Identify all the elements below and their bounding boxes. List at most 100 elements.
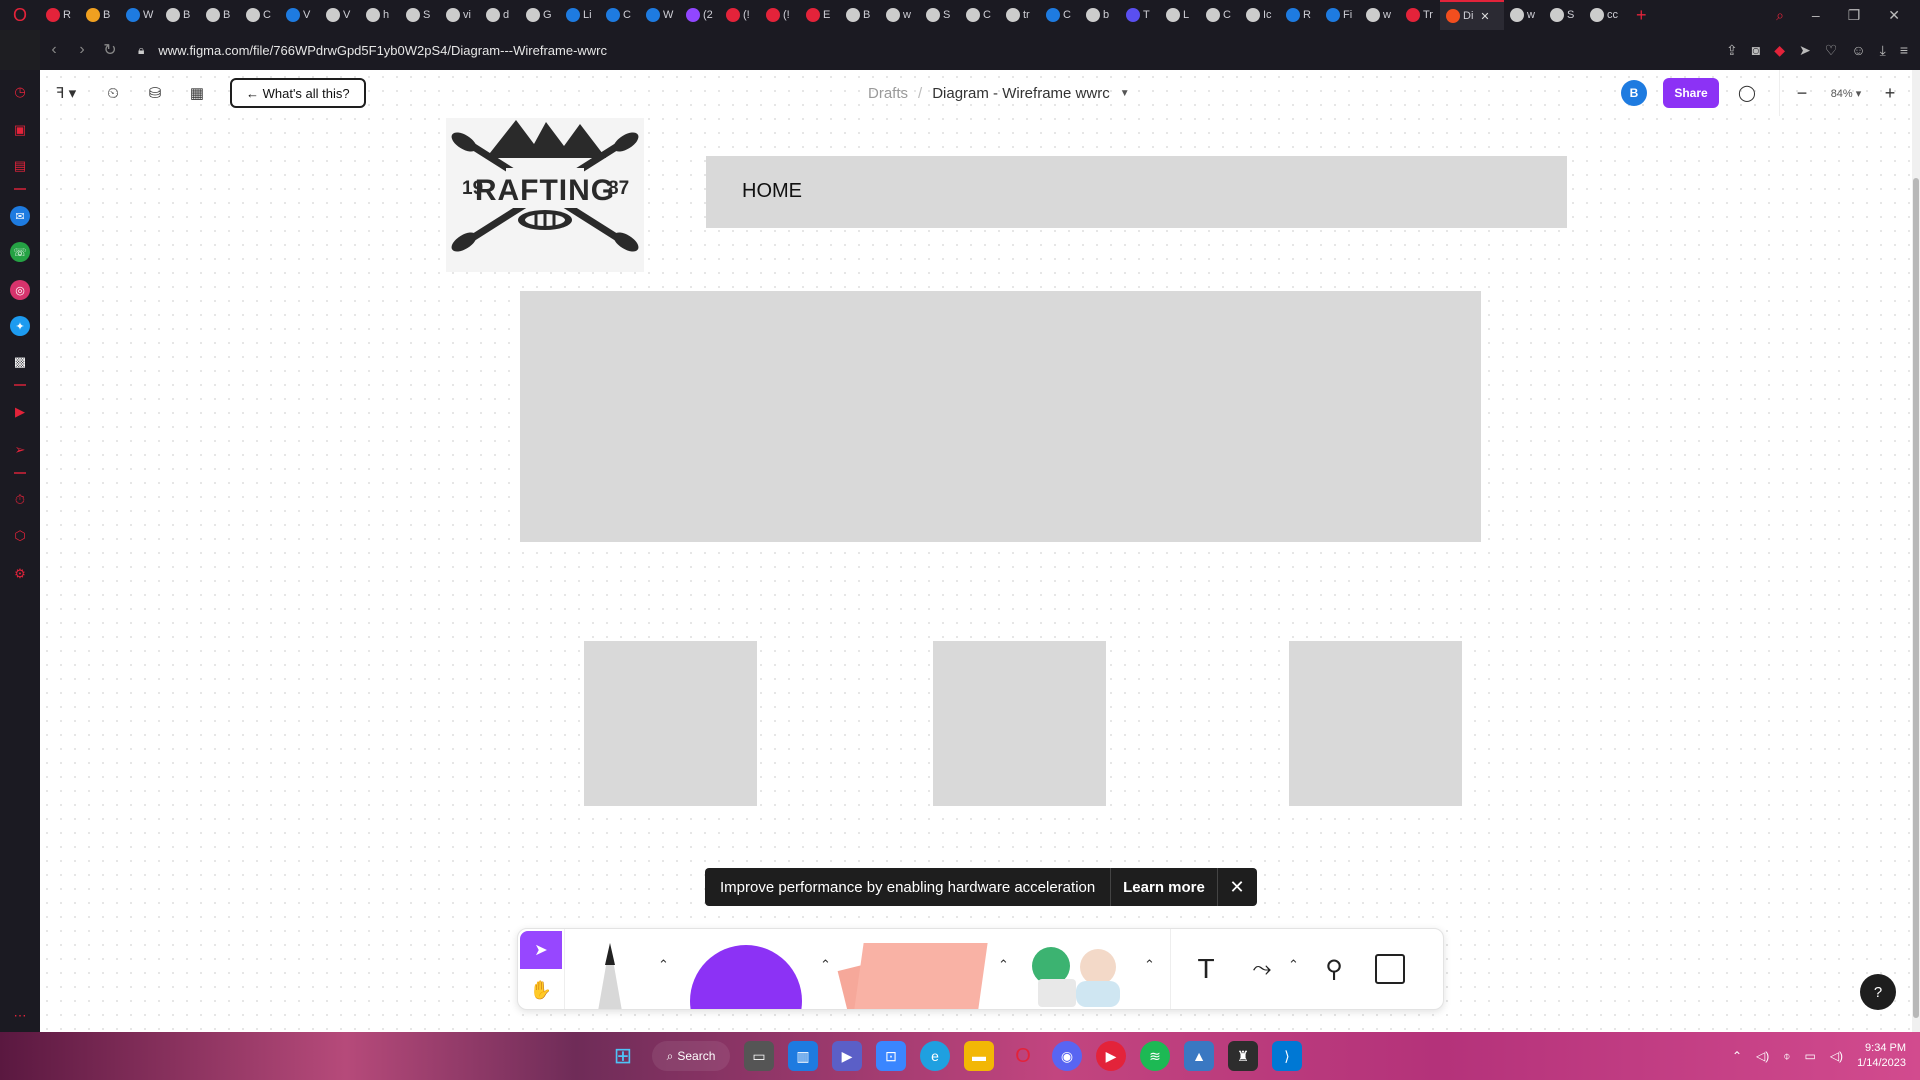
browser-tab[interactable]: W xyxy=(640,0,680,30)
restore-icon[interactable]: ❐ xyxy=(1848,7,1861,24)
browser-tab[interactable]: C xyxy=(600,0,640,30)
sticker-face-icon[interactable] xyxy=(1080,949,1116,985)
heart-icon[interactable]: ♡ xyxy=(1825,42,1838,59)
wireframe-hero-block[interactable] xyxy=(520,291,1481,542)
taskbar-search[interactable]: ⌕ Search xyxy=(652,1041,730,1071)
browser-tab[interactable]: W xyxy=(120,0,160,30)
stamp-tool-icon[interactable]: ⚲ xyxy=(1314,947,1354,991)
tray-chevron-up-icon[interactable]: ⌃ xyxy=(1732,1049,1742,1063)
discord-icon[interactable]: ▩ xyxy=(10,352,30,372)
browser-tab[interactable]: B xyxy=(840,0,880,30)
select-tool-icon[interactable]: ➤ xyxy=(520,931,562,969)
sticker-cloud-icon[interactable] xyxy=(1076,981,1120,1007)
download-icon[interactable]: ⤓ xyxy=(1880,42,1886,59)
chevron-up-icon[interactable]: ⌃ xyxy=(998,957,1009,973)
microphone-icon[interactable]: ⌽ xyxy=(1783,1049,1790,1064)
player-icon[interactable]: ▶ xyxy=(10,402,30,422)
browser-tab[interactable]: L xyxy=(1160,0,1200,30)
back-icon[interactable]: ‹ xyxy=(40,41,68,59)
easy-setup-icon[interactable]: ≡ xyxy=(1900,42,1908,59)
browser-tab[interactable]: Ic xyxy=(1240,0,1280,30)
zoom-out-icon[interactable]: − xyxy=(1780,70,1824,116)
new-tab-icon[interactable]: + xyxy=(1624,5,1659,26)
browser-tab[interactable]: B xyxy=(200,0,240,30)
learn-more-button[interactable]: Learn more xyxy=(1110,868,1218,906)
flow-icon[interactable]: ➢ xyxy=(10,440,30,460)
zoom-in-icon[interactable]: + xyxy=(1868,70,1912,116)
wireframe-card-1[interactable] xyxy=(584,641,757,806)
browser-tab[interactable]: C xyxy=(960,0,1000,30)
browser-tab[interactable]: tr xyxy=(1000,0,1040,30)
close-icon[interactable]: ✕ xyxy=(1218,877,1256,898)
sticky-note-tool-icon[interactable] xyxy=(852,943,988,1009)
snapshot-icon[interactable]: ◙ xyxy=(1752,42,1760,59)
timer-icon[interactable]: ⏲ xyxy=(92,70,134,116)
whats-all-this-button[interactable]: ← What's all this? xyxy=(230,78,366,108)
browser-tab-active[interactable]: Di ✕ xyxy=(1440,0,1504,30)
browser-tab[interactable]: R xyxy=(40,0,80,30)
browser-tab[interactable]: (! xyxy=(720,0,760,30)
scrollbar-thumb[interactable] xyxy=(1913,178,1919,1018)
figma-menu-icon[interactable]: ꟻ ▾ xyxy=(40,70,92,116)
twitch-icon[interactable]: ▤ xyxy=(10,156,30,176)
discord-taskbar-icon[interactable]: ◉ xyxy=(1052,1041,1082,1071)
volume-icon[interactable]: ◁) xyxy=(1756,1049,1769,1063)
browser-tab[interactable]: V xyxy=(280,0,320,30)
zoom-level[interactable]: 84% ▾ xyxy=(1824,87,1868,100)
whatsapp-icon[interactable]: ☏ xyxy=(10,242,30,262)
spotify-icon[interactable]: ≋ xyxy=(1140,1041,1170,1071)
browser-tab[interactable]: (2 xyxy=(680,0,720,30)
close-tab-icon[interactable]: ✕ xyxy=(1480,10,1489,23)
messenger-icon[interactable]: ✉ xyxy=(10,206,30,226)
url-field[interactable]: www.figma.com/file/766WPdrwGpd5F1yb0W2pS… xyxy=(158,43,607,58)
wireframe-card-2[interactable] xyxy=(933,641,1106,806)
browser-tab[interactable]: S xyxy=(1544,0,1584,30)
clock[interactable]: 9:34 PM 1/14/2023 xyxy=(1857,1041,1906,1071)
vscode-icon[interactable]: ⟩ xyxy=(1272,1041,1302,1071)
chevron-up-icon[interactable]: ⌃ xyxy=(820,957,831,973)
browser-tab[interactable]: S xyxy=(920,0,960,30)
more-icon[interactable]: ⋯ xyxy=(10,1006,30,1026)
forward-icon[interactable]: › xyxy=(68,41,96,59)
file-explorer-icon[interactable]: ▬ xyxy=(964,1041,994,1071)
speed-dial-icon[interactable]: ◷ xyxy=(10,82,30,102)
browser-tab[interactable]: R xyxy=(1280,0,1320,30)
browser-tab[interactable]: h xyxy=(360,0,400,30)
send-icon[interactable]: ➤ xyxy=(1799,42,1811,59)
browser-tab[interactable]: cc xyxy=(1584,0,1624,30)
section-tool-icon[interactable] xyxy=(1370,947,1410,991)
browser-tab[interactable]: C xyxy=(1040,0,1080,30)
breadcrumb-drafts[interactable]: Drafts xyxy=(868,85,908,102)
chevron-down-icon[interactable]: ▼ xyxy=(1120,88,1130,99)
browser-tab[interactable]: Fi xyxy=(1320,0,1360,30)
browser-tab[interactable]: B xyxy=(160,0,200,30)
widgets-icon[interactable]: ▥ xyxy=(788,1041,818,1071)
sticker-camera-icon[interactable] xyxy=(1038,979,1076,1007)
connector-tool-icon[interactable]: ⤳ xyxy=(1238,947,1286,991)
windows-start-icon[interactable]: ⊞ xyxy=(608,1041,638,1071)
browser-tab[interactable]: w xyxy=(880,0,920,30)
browser-tab[interactable]: E xyxy=(800,0,840,30)
file-name[interactable]: Diagram - Wireframe wwrc xyxy=(932,85,1110,102)
browser-tab[interactable]: T xyxy=(1120,0,1160,30)
browser-tab[interactable]: Li xyxy=(560,0,600,30)
comment-icon[interactable]: ◯ xyxy=(1735,83,1759,103)
opera-taskbar-icon[interactable]: O xyxy=(1008,1041,1038,1071)
youtube-music-icon[interactable]: ▶ xyxy=(1096,1041,1126,1071)
twitter-icon[interactable]: ✦ xyxy=(10,316,30,336)
task-view-icon[interactable]: ▭ xyxy=(744,1041,774,1071)
vertical-scrollbar[interactable] xyxy=(1912,70,1920,1032)
chevron-up-icon[interactable]: ⌃ xyxy=(1144,957,1155,973)
teams-icon[interactable]: ▶ xyxy=(832,1041,862,1071)
wireframe-card-3[interactable] xyxy=(1289,641,1462,806)
network-icon[interactable]: ▭ xyxy=(1804,1049,1815,1063)
browser-tab[interactable]: B xyxy=(80,0,120,30)
close-window-icon[interactable]: ✕ xyxy=(1888,7,1900,24)
browser-tab[interactable]: d xyxy=(480,0,520,30)
speaker-icon[interactable]: ◁) xyxy=(1830,1049,1843,1063)
settings-gear-icon[interactable]: ⚙ xyxy=(10,564,30,584)
browser-tab[interactable]: C xyxy=(240,0,280,30)
reload-icon[interactable]: ↻ xyxy=(96,40,124,60)
browser-tab[interactable]: w xyxy=(1504,0,1544,30)
extensions-icon[interactable]: ⬡ xyxy=(10,526,30,546)
